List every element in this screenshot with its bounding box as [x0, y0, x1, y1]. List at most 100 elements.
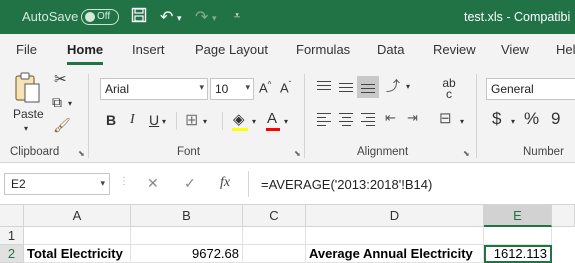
- cell-b1[interactable]: [131, 227, 243, 245]
- copy-icon[interactable]: ⧉: [52, 94, 62, 111]
- borders-dropdown-icon[interactable]: ▾: [203, 117, 207, 126]
- row-header-1[interactable]: 1: [0, 227, 24, 245]
- separator: [248, 171, 249, 197]
- bottom-align-icon[interactable]: [357, 76, 379, 98]
- enter-icon[interactable]: ✓: [184, 175, 196, 192]
- number-group-label: Number: [523, 146, 564, 158]
- clipboard-launcher-icon[interactable]: ⬊: [78, 149, 85, 158]
- fill-color-swatch: [232, 128, 248, 131]
- formula-bar: E2 ▾ ⋮ ✕ ✓ fx =AVERAGE('2013:2018'!B14): [0, 163, 575, 205]
- redo-dropdown-icon[interactable]: ▾: [212, 13, 217, 24]
- wrap-text-button[interactable]: ab c: [440, 77, 458, 100]
- cell-a1[interactable]: [24, 227, 131, 245]
- font-size-box[interactable]: 10 ▾: [210, 78, 254, 100]
- cell-d2[interactable]: Average Annual Electricity: [306, 245, 484, 263]
- cell-d1[interactable]: [306, 227, 484, 245]
- cell-e2[interactable]: 1612.113: [484, 245, 552, 263]
- align-right-icon[interactable]: [361, 110, 375, 129]
- customize-toolbar-icon[interactable]: ⩡: [234, 10, 240, 23]
- cell-e1[interactable]: [484, 227, 552, 245]
- cell-c1[interactable]: [243, 227, 306, 245]
- name-box[interactable]: E2 ▾: [4, 173, 110, 195]
- orientation-icon[interactable]: ⤴: [386, 76, 400, 96]
- font-color-button[interactable]: A: [267, 110, 277, 127]
- borders-icon[interactable]: ⊞: [185, 110, 198, 130]
- bold-button[interactable]: B: [106, 112, 116, 128]
- column-header-a[interactable]: A: [24, 205, 131, 227]
- align-center-icon[interactable]: [339, 110, 353, 129]
- row-header-2[interactable]: 2: [0, 245, 24, 263]
- tab-view[interactable]: View: [501, 42, 529, 57]
- column-header-b[interactable]: B: [131, 205, 243, 227]
- ribbon-tabs: File Home Insert Page Layout Formulas Da…: [0, 34, 575, 66]
- fill-color-dropdown-icon[interactable]: ▾: [252, 117, 256, 126]
- merge-dropdown-icon[interactable]: ▾: [460, 117, 464, 126]
- tab-page-layout[interactable]: Page Layout: [195, 42, 268, 57]
- separator: [304, 74, 305, 158]
- tab-review[interactable]: Review: [433, 42, 476, 57]
- alignment-launcher-icon[interactable]: ⬊: [463, 149, 470, 158]
- tab-help[interactable]: Hel: [556, 42, 575, 57]
- cancel-icon[interactable]: ✕: [147, 175, 159, 192]
- tab-formulas[interactable]: Formulas: [296, 42, 350, 57]
- title-bar: AutoSave Off ↶ ▾ ↷ ▾ ⩡ test.xls - Compat…: [0, 0, 575, 34]
- number-format-box[interactable]: General: [486, 78, 575, 100]
- tab-file[interactable]: File: [16, 42, 37, 57]
- number-format-value: General: [491, 82, 534, 96]
- increase-font-size-icon[interactable]: A^: [259, 80, 271, 95]
- orientation-dropdown-icon[interactable]: ▾: [406, 82, 410, 91]
- autosave-toggle[interactable]: Off: [81, 9, 119, 25]
- percent-button[interactable]: %: [524, 109, 539, 129]
- cell-a2[interactable]: Total Electricity: [24, 245, 131, 263]
- select-all-corner[interactable]: [0, 205, 24, 227]
- middle-align-icon[interactable]: [339, 80, 353, 95]
- format-painter-icon[interactable]: 🖌: [53, 117, 71, 134]
- more-options-icon[interactable]: ⋮: [119, 176, 129, 187]
- merge-center-icon[interactable]: ⊟: [439, 109, 452, 127]
- currency-button[interactable]: $: [492, 109, 501, 129]
- copy-dropdown-icon[interactable]: ▾: [68, 99, 72, 108]
- font-size-value: 10: [215, 82, 229, 96]
- decrease-font-size-icon[interactable]: Aˇ: [280, 80, 291, 95]
- tab-home[interactable]: Home: [67, 42, 103, 57]
- decrease-indent-icon[interactable]: ⇤: [385, 110, 396, 126]
- cut-icon[interactable]: ✂: [54, 70, 67, 88]
- formula-input[interactable]: =AVERAGE('2013:2018'!B14): [261, 177, 432, 192]
- paste-button-label[interactable]: Paste: [13, 107, 44, 121]
- underline-button[interactable]: U: [149, 112, 159, 128]
- separator: [476, 74, 477, 158]
- top-align-icon[interactable]: [317, 78, 331, 93]
- column-header-e[interactable]: E: [484, 205, 552, 227]
- tab-data[interactable]: Data: [377, 42, 404, 57]
- undo-dropdown-icon[interactable]: ▾: [177, 13, 182, 24]
- toggle-knob: [85, 12, 95, 22]
- fill-color-icon[interactable]: ◈: [233, 110, 245, 128]
- chevron-down-icon: ▾: [199, 82, 204, 92]
- clipboard-group-label: Clipboard: [10, 146, 60, 158]
- insert-function-icon[interactable]: fx: [220, 175, 230, 191]
- comma-style-button[interactable]: 9: [551, 109, 560, 129]
- autosave-label: AutoSave: [22, 9, 79, 24]
- cell-c2[interactable]: [243, 245, 306, 263]
- separator: [88, 74, 89, 158]
- save-icon[interactable]: [131, 7, 147, 28]
- currency-dropdown-icon[interactable]: ▾: [511, 117, 515, 126]
- font-launcher-icon[interactable]: ⬊: [294, 149, 301, 158]
- align-left-icon[interactable]: [317, 110, 331, 129]
- paste-dropdown-icon[interactable]: ▾: [24, 124, 28, 133]
- tab-insert[interactable]: Insert: [132, 42, 165, 57]
- separator: [176, 112, 177, 130]
- paste-icon[interactable]: [12, 72, 44, 109]
- column-header-c[interactable]: C: [243, 205, 306, 227]
- undo-icon[interactable]: ↶: [160, 7, 173, 27]
- column-header-d[interactable]: D: [306, 205, 484, 227]
- chevron-down-icon: ▾: [100, 178, 105, 188]
- redo-icon[interactable]: ↷: [195, 7, 208, 27]
- increase-indent-icon[interactable]: ⇥: [407, 110, 418, 126]
- column-header-f[interactable]: [552, 205, 575, 227]
- font-color-dropdown-icon[interactable]: ▾: [284, 117, 288, 126]
- cell-b2[interactable]: 9672.68: [131, 245, 243, 263]
- underline-dropdown-icon[interactable]: ▾: [162, 117, 166, 126]
- italic-button[interactable]: I: [130, 112, 135, 128]
- font-name-box[interactable]: Arial ▾: [100, 78, 208, 100]
